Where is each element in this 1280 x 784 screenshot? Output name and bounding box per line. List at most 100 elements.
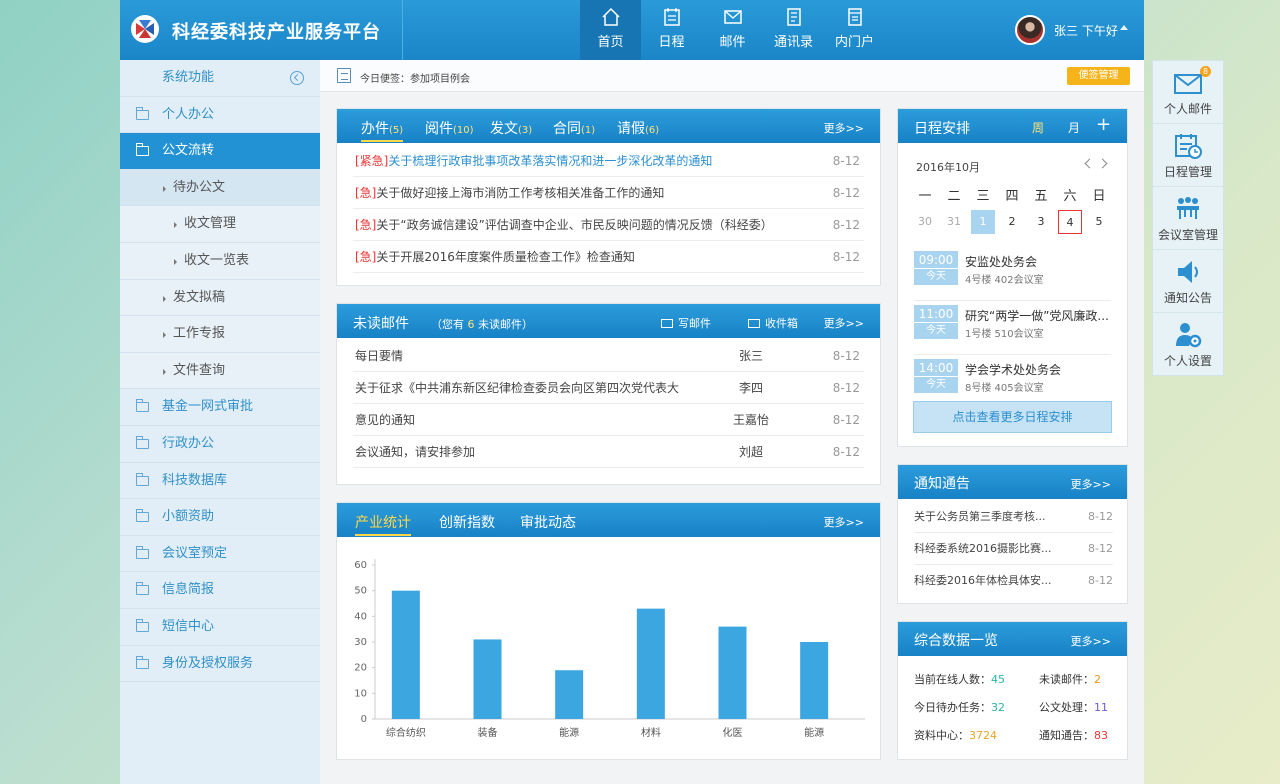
- sidebar-item-personal-office[interactable]: 个人办公: [120, 97, 320, 134]
- calendar-day[interactable]: 30: [913, 210, 937, 234]
- avatar[interactable]: [1015, 15, 1045, 45]
- task-date: 8-12: [832, 250, 860, 264]
- data-panel-header: 综合数据一览 更多>>: [898, 622, 1127, 656]
- list-item[interactable]: [急]关于做好迎接上海市消防工作考核相关准备工作的通知 8-12: [353, 177, 864, 209]
- week-view-button[interactable]: 周: [1032, 119, 1044, 136]
- sidebar-item-incoming-management[interactable]: 收文管理: [120, 206, 320, 243]
- tab-handle[interactable]: 办件(5): [361, 118, 404, 142]
- tab-contract[interactable]: 合同(1): [553, 118, 595, 138]
- compose-mail-button[interactable]: 写邮件: [661, 315, 711, 331]
- sidebar-item-document-flow[interactable]: 公文流转: [120, 133, 320, 170]
- stat-value: 83: [1094, 729, 1108, 742]
- sidebar-item-fund-approval[interactable]: 基金一网式审批: [120, 389, 320, 426]
- app-title: 科经委科技产业服务平台: [172, 22, 381, 43]
- stats-more-link[interactable]: 更多>>: [824, 514, 864, 530]
- sidebar-item-pending-documents[interactable]: 待办公文: [120, 169, 320, 207]
- dock-personal-mail[interactable]: 8 个人邮件: [1153, 61, 1223, 124]
- dock-label: 个人邮件: [1163, 102, 1212, 116]
- panel-title: 通知通告: [914, 476, 970, 492]
- table-row[interactable]: 每日要情 张三 8-12: [353, 340, 864, 372]
- table-row[interactable]: 关于征求《中共浦东新区纪律检查委员会向区第四次党代表大 李四 8-12: [353, 372, 864, 404]
- month-view-button[interactable]: 月: [1068, 119, 1080, 136]
- compose-label: 写邮件: [678, 317, 711, 330]
- sidebar-item-briefing[interactable]: 信息简报: [120, 572, 320, 609]
- view-more-schedule-button[interactable]: 点击查看更多日程安排: [913, 401, 1112, 433]
- list-item[interactable]: 科经委系统2016摄影比赛... 8-12: [914, 533, 1113, 565]
- tab-approval-updates[interactable]: 审批动态: [520, 512, 576, 532]
- schedule-event[interactable]: 09:00 今天 安监处处务会 4号楼 402会议室: [914, 247, 1111, 301]
- table-row[interactable]: 意见的通知 王嘉怡 8-12: [353, 404, 864, 436]
- chevron-left-icon[interactable]: [1084, 158, 1095, 169]
- inbox-icon: [748, 319, 760, 328]
- sidebar-item-draft[interactable]: 发文拟稿: [120, 279, 320, 317]
- table-row[interactable]: 会议通知，请安排参加 刘超 8-12: [353, 436, 864, 468]
- sidebar-item-admin-office[interactable]: 行政办公: [120, 426, 320, 463]
- nav-mail[interactable]: 邮件: [702, 0, 763, 60]
- sidebar-item-identity-auth[interactable]: 身份及授权服务: [120, 646, 320, 683]
- tab-count: (10): [453, 125, 474, 136]
- sidebar-item-meeting-booking[interactable]: 会议室预定: [120, 536, 320, 573]
- list-item[interactable]: 科经委2016年体检具体安... 8-12: [914, 565, 1113, 597]
- list-item[interactable]: [急]关于“政务诚信建设”评估调查中企业、市民反映问题的情况反馈（科经委） 8-1…: [353, 209, 864, 241]
- inbox-button[interactable]: 收件箱: [748, 315, 798, 331]
- dock-announcements[interactable]: 通知公告: [1153, 250, 1223, 313]
- mail-subject: 关于征求《中共浦东新区纪律检查委员会向区第四次党代表大: [355, 381, 680, 395]
- stat-value: 3724: [969, 729, 997, 742]
- calendar-day[interactable]: 2: [1000, 210, 1024, 234]
- nav-home[interactable]: 首页: [580, 0, 641, 60]
- list-item[interactable]: [紧急]关于梳理行政审批事项改革落实情况和进一步深化改革的通知 8-12: [353, 145, 864, 177]
- sidebar-item-tech-database[interactable]: 科技数据库: [120, 463, 320, 500]
- dock-meeting-room[interactable]: 会议室管理: [1153, 187, 1223, 250]
- nav-portal[interactable]: 内门户: [824, 0, 885, 60]
- notice-date: 8-12: [1088, 542, 1113, 555]
- tasks-more-link[interactable]: 更多>>: [824, 120, 864, 136]
- nav-schedule[interactable]: 日程: [641, 0, 702, 60]
- sidebar-item-incoming-list[interactable]: 收文一览表: [120, 242, 320, 280]
- sidebar-item-file-search[interactable]: 文件查询: [120, 352, 320, 390]
- event-day: 今天: [914, 268, 958, 285]
- calendar-day[interactable]: 5: [1087, 210, 1111, 234]
- calendar-day-today[interactable]: 1: [971, 210, 995, 234]
- sidebar-item-work-report[interactable]: 工作专报: [120, 316, 320, 353]
- data-more-link[interactable]: 更多>>: [1071, 633, 1111, 649]
- urgency-tag: [急]: [355, 250, 377, 264]
- mail-more-link[interactable]: 更多>>: [824, 315, 864, 331]
- list-item[interactable]: 关于公务员第三季度考核... 8-12: [914, 501, 1113, 533]
- mail-sender: 李四: [739, 381, 764, 395]
- user-greeting[interactable]: 张三 下午好: [1054, 22, 1118, 39]
- mail-badge: 8: [1200, 66, 1211, 77]
- sidebar-header-label: 系统功能: [162, 70, 215, 85]
- event-location: 4号楼 402会议室: [965, 275, 1044, 286]
- calendar-day[interactable]: 31: [942, 210, 966, 234]
- add-event-button[interactable]: +: [1096, 115, 1111, 135]
- unread-count: 6: [467, 318, 475, 331]
- y-tick-label: 20: [354, 663, 367, 674]
- folder-icon: [136, 143, 149, 157]
- chevron-right-icon[interactable]: [1097, 158, 1108, 169]
- tab-read[interactable]: 阅件(10): [425, 118, 474, 138]
- user-menu-caret-icon[interactable]: [1120, 25, 1128, 30]
- nav-address-book[interactable]: 通讯录: [763, 0, 824, 60]
- event-title: 安监处处务会: [965, 255, 1038, 269]
- schedule-panel-header: 日程安排 周 月 +: [898, 109, 1127, 143]
- tab-leave[interactable]: 请假(6): [617, 118, 659, 138]
- sidebar-item-micro-funding[interactable]: 小额资助: [120, 499, 320, 536]
- tab-dispatch[interactable]: 发文(3): [490, 118, 532, 138]
- tab-innovation-index[interactable]: 创新指数: [439, 512, 495, 532]
- sidebar-item-sms-center[interactable]: 短信中心: [120, 609, 320, 646]
- calendar-day[interactable]: 3: [1029, 210, 1053, 234]
- panel-title: 日程安排: [914, 121, 970, 137]
- tab-count: (3): [518, 125, 533, 136]
- list-item[interactable]: [急]关于开展2016年度案件质量检查工作》检查通知 8-12: [353, 241, 864, 273]
- sidebar-item-label: 文件查询: [173, 362, 226, 378]
- calendar-day-marked[interactable]: 4: [1058, 210, 1082, 234]
- notice-more-link[interactable]: 更多>>: [1071, 476, 1111, 492]
- schedule-event[interactable]: 11:00 今天 研究“两学一做”党风廉政... 1号楼 510会议室: [914, 301, 1111, 355]
- tab-industry-stats[interactable]: 产业统计: [355, 512, 411, 536]
- event-location: 1号楼 510会议室: [965, 329, 1044, 340]
- dock-personal-settings[interactable]: 个人设置: [1153, 313, 1223, 376]
- memo-manage-button[interactable]: 便签管理: [1067, 67, 1130, 85]
- sidebar-item-label: 短信中心: [162, 618, 215, 634]
- dock-schedule-management[interactable]: 日程管理: [1153, 124, 1223, 187]
- collapse-icon[interactable]: [290, 71, 304, 85]
